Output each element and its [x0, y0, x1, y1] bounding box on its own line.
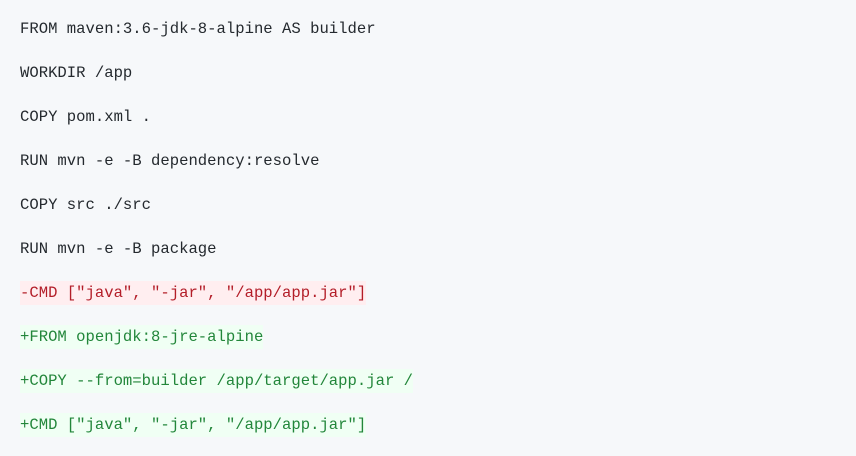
code-line-added: +COPY --from=builder /app/target/app.jar…	[20, 369, 856, 393]
code-line-text: +COPY --from=builder /app/target/app.jar…	[20, 369, 414, 393]
code-line-text: RUN mvn -e -B package	[20, 240, 217, 258]
code-line-added: +FROM openjdk:8-jre-alpine	[20, 325, 856, 349]
code-line-context: RUN mvn -e -B dependency:resolve	[20, 149, 856, 173]
code-line-context: FROM maven:3.6-jdk-8-alpine AS builder	[20, 17, 856, 41]
code-line-added: +CMD ["java", "-jar", "/app/app.jar"]	[20, 413, 856, 437]
code-line-text: COPY src ./src	[20, 196, 152, 214]
code-line-context: RUN mvn -e -B package	[20, 237, 856, 261]
code-line-removed: -CMD ["java", "-jar", "/app/app.jar"]	[20, 281, 856, 305]
code-line-text: +FROM openjdk:8-jre-alpine	[20, 325, 264, 349]
code-line-text: RUN mvn -e -B dependency:resolve	[20, 152, 320, 170]
code-line-text: FROM maven:3.6-jdk-8-alpine AS builder	[20, 20, 376, 38]
diff-code-block: FROM maven:3.6-jdk-8-alpine AS builder W…	[0, 0, 856, 456]
code-line-context: COPY src ./src	[20, 193, 856, 217]
code-line-text: COPY pom.xml .	[20, 108, 152, 126]
code-line-text: -CMD ["java", "-jar", "/app/app.jar"]	[20, 281, 367, 305]
code-line-text: +CMD ["java", "-jar", "/app/app.jar"]	[20, 413, 367, 437]
code-line-context: COPY pom.xml .	[20, 105, 856, 129]
code-line-context: WORKDIR /app	[20, 61, 856, 85]
code-line-text: WORKDIR /app	[20, 64, 133, 82]
